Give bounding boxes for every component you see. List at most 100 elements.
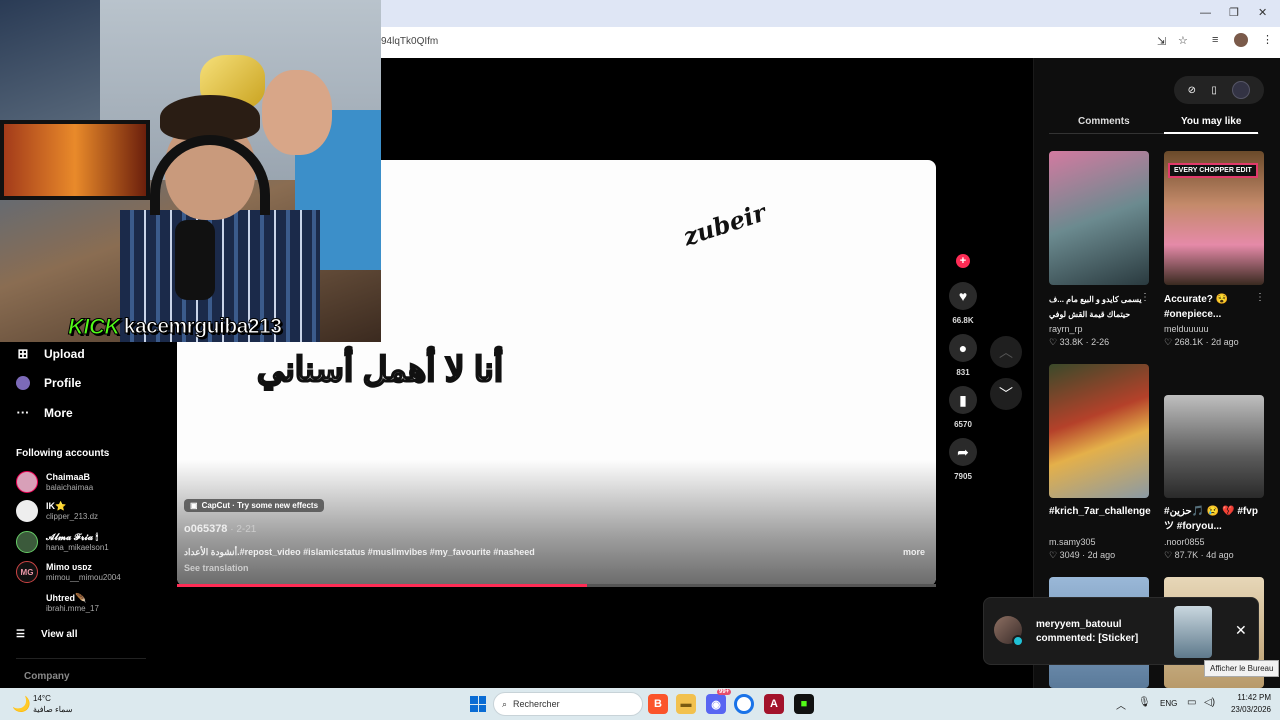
avatar: MG [16, 561, 38, 583]
user-avatar[interactable] [1232, 81, 1251, 99]
card-user[interactable]: rayrn_rp [1049, 324, 1083, 334]
card-user[interactable]: melduuuuu [1164, 324, 1209, 334]
notification-thumbnail[interactable] [1174, 606, 1212, 658]
following-accounts-title: Following accounts [16, 448, 110, 459]
heart-icon: ♥ [958, 288, 968, 304]
volume-icon[interactable]: ◁) [1204, 697, 1215, 708]
install-app-icon[interactable]: ⇲ [1157, 35, 1166, 48]
kick-username: kacemrguiba213 [123, 315, 282, 339]
more-options-icon[interactable]: ⋮ [1140, 292, 1150, 303]
moon-weather-icon[interactable]: 🌙 [12, 695, 31, 713]
account-handle: balaichaimaa [46, 482, 94, 492]
video-author[interactable]: o065378 · 2-21 [184, 523, 256, 535]
clock-date[interactable]: 23/03/2026 [1227, 705, 1271, 714]
profile-avatar-icon[interactable] [1234, 33, 1248, 47]
previous-video-button[interactable]: ︿ [990, 336, 1022, 368]
see-translation-link[interactable]: See translation [184, 563, 249, 573]
card-user[interactable]: .noor0855 [1164, 537, 1205, 547]
capcut-tag[interactable]: ▣ CapCut · Try some new effects [184, 499, 325, 512]
following-account[interactable]: 𝓐𝓵𝓶𝓪 𝓕𝓻𝓲𝓪 🕯 hana_mikaelson1 [16, 531, 109, 553]
url-text[interactable]: 94lqTk0QIfm [381, 36, 438, 47]
recommended-video-thumbnail[interactable] [1049, 364, 1149, 498]
kick-app-icon[interactable]: ■ [794, 694, 814, 714]
more-dots-icon: ··· [16, 405, 30, 420]
recommended-video-thumbnail[interactable] [1164, 395, 1264, 498]
comment-notification[interactable]: meryyem_batouul commented: [Sticker] ✕ [983, 597, 1259, 665]
view-all-label: View all [40, 629, 78, 640]
bookmark-star-icon[interactable]: ☆ [1178, 34, 1188, 47]
phone-icon[interactable]: ▯ [1211, 85, 1217, 96]
kick-logo: KICK [68, 314, 121, 340]
next-video-button[interactable]: ﹀ [990, 378, 1022, 410]
account-name: ChaimaaB [46, 471, 91, 482]
sidebar-item-label: Profile [44, 376, 82, 390]
heart-outline-icon: ♡ [1049, 337, 1058, 347]
following-account[interactable]: Uhtred🪶 ibrahi.mme_17 [16, 592, 99, 614]
card-title[interactable]: يسمى كايدو و البيع مام ...ف حيتماك قيمة … [1049, 292, 1149, 322]
tray-chevron-icon[interactable]: ︿ [1116, 697, 1126, 712]
sidebar-item-upload[interactable]: ⊞ Upload [16, 346, 85, 362]
share-button[interactable]: ➦ [949, 438, 977, 466]
discord-icon[interactable]: ◉ 99+ [706, 689, 732, 714]
following-account[interactable]: ChaimaaB balaichaimaa [16, 471, 93, 493]
recommended-video-thumbnail[interactable] [1049, 151, 1149, 285]
company-link[interactable]: Company [24, 671, 70, 682]
account-name: IK⭐ [46, 500, 67, 511]
weather-temp[interactable]: 14°C [33, 694, 51, 703]
restore-icon[interactable]: ❐ [1229, 6, 1239, 19]
video-caption-overlay: أنا لا أهمل أسناني [256, 350, 504, 390]
card-date: 2d ago [1087, 550, 1116, 560]
microphone-icon[interactable]: 🎙 [1138, 697, 1151, 708]
windows-start-icon[interactable] [470, 696, 486, 712]
chrome-icon[interactable] [734, 694, 754, 714]
tab-comments[interactable]: Comments [1078, 116, 1130, 127]
language-indicator[interactable]: ENG [1160, 699, 1177, 708]
menu-kebab-icon[interactable]: ⋮ [1262, 33, 1273, 46]
following-account[interactable]: IK⭐ clipper_213.dz [16, 500, 98, 522]
close-window-icon[interactable]: ✕ [1258, 6, 1267, 19]
sidebar-item-more[interactable]: ··· More [16, 405, 73, 420]
streamer-webcam: KICK kacemrguiba213 [0, 0, 381, 342]
taskbar-search[interactable]: ⌕ Rechercher [493, 692, 643, 716]
more-button[interactable]: more [903, 547, 925, 557]
comment-button[interactable]: ● [949, 334, 977, 362]
card-title[interactable]: Accurate? 😵 #onepiece... [1164, 292, 1264, 322]
network-icon[interactable]: ▭ [1187, 697, 1196, 708]
chevron-up-icon: ︿ [999, 344, 1013, 360]
following-account[interactable]: MG Mimo ᴜsᴅz mimou__mimou2004 [16, 561, 121, 583]
recommended-video-thumbnail[interactable]: EVERY CHOPPER EDIT [1164, 151, 1264, 285]
card-stats: ♡ 3049 · 2d ago [1049, 550, 1116, 560]
search-placeholder: Rechercher [513, 699, 560, 709]
follow-plus-icon[interactable]: + [956, 254, 970, 268]
card-date: 2-26 [1091, 337, 1110, 347]
like-button[interactable]: ♥ [949, 282, 977, 310]
card-title[interactable]: #krich_7ar_challenge [1049, 504, 1154, 519]
clock-time[interactable]: 11:42 PM [1227, 693, 1271, 702]
share-count: 7905 [954, 472, 972, 481]
close-icon[interactable]: ✕ [1235, 622, 1247, 639]
view-all-button[interactable]: ☰ View all [16, 629, 77, 640]
webcam-tv [0, 120, 150, 200]
account-handle: hana_mikaelson1 [46, 542, 109, 552]
folder-icon[interactable]: ▬ [676, 694, 696, 714]
more-options-icon[interactable]: ⋮ [1255, 292, 1265, 303]
card-likes: 33.8K [1059, 337, 1084, 347]
tab-you-may-like[interactable]: You may like [1181, 116, 1241, 127]
media-control-icon[interactable]: ≡ [1212, 34, 1218, 46]
card-stats: ♡ 268.1K · 2d ago [1164, 337, 1239, 347]
account-name: Mimo ᴜsᴅz [46, 561, 92, 572]
card-title[interactable]: #حزين🎵 😢 💔 #fvp ツ #foryou... [1164, 504, 1264, 534]
card-likes: 268.1K [1174, 337, 1204, 347]
minimize-icon[interactable]: — [1200, 7, 1211, 19]
account-handle: mimou__mimou2004 [46, 572, 121, 582]
brave-icon[interactable]: B [648, 694, 668, 714]
sidebar-item-profile[interactable]: Profile [16, 376, 81, 390]
card-user[interactable]: m.samy305 [1049, 537, 1096, 547]
sidebar-item-label: More [44, 405, 73, 420]
compass-icon[interactable]: ⊘ [1188, 85, 1196, 96]
app-a-icon[interactable]: A [764, 694, 784, 714]
save-button[interactable]: ▮ [949, 386, 977, 414]
comment-icon: ● [958, 340, 968, 356]
video-date: · 2-21 [227, 524, 257, 535]
weather-desc[interactable]: سماء صافية [33, 705, 73, 714]
